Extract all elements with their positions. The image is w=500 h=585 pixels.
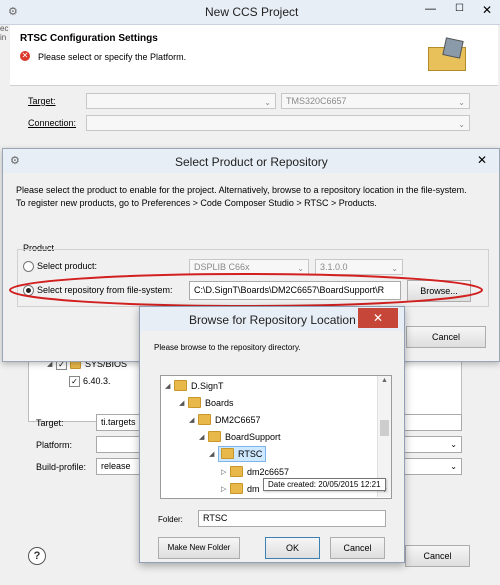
tree-item-dm[interactable]: ▷ dm bbox=[221, 481, 260, 498]
main-header: RTSC Configuration Settings ✕ Please sel… bbox=[10, 25, 498, 86]
browse-dialog-title: Browse for Repository Location bbox=[189, 313, 356, 327]
header-title: RTSC Configuration Settings bbox=[20, 33, 158, 44]
minimize-icon[interactable]: — bbox=[425, 3, 436, 15]
browse-ok-button[interactable]: OK bbox=[265, 537, 320, 559]
app-icon: ⚙ bbox=[8, 6, 18, 18]
product-dialog-cancel-button[interactable]: Cancel bbox=[406, 326, 486, 348]
main-cancel-button[interactable]: Cancel bbox=[405, 545, 470, 567]
scroll-up-arrow[interactable]: ▲ bbox=[381, 377, 388, 384]
connection-label: Connection: bbox=[28, 118, 77, 128]
product-dialog-title: Select Product or Repository bbox=[175, 155, 328, 169]
browse-dialog-close-button[interactable]: ✕ bbox=[358, 308, 398, 328]
left-edge-fragment: ec in bbox=[0, 24, 8, 42]
tree-item-dm2c6657[interactable]: ◢ DM2C6657 bbox=[189, 412, 261, 429]
product-dialog-title-bar: ⚙ Select Product or Repository ✕ bbox=[3, 149, 499, 173]
build-profile-label: Build-profile: bbox=[36, 462, 87, 472]
platform-label: Platform: bbox=[36, 440, 73, 450]
main-title-bar: ⚙ New CCS Project — ☐ ✕ bbox=[0, 0, 500, 25]
tree-item-sysbios-version[interactable]: ✓ 6.40.3. bbox=[69, 373, 111, 390]
close-icon[interactable]: ✕ bbox=[482, 3, 492, 17]
folder-label: Folder: bbox=[158, 515, 183, 524]
product-dialog-description: Please select the product to enable for … bbox=[16, 185, 467, 208]
tree-item-rtsc[interactable]: ◢ RTSC bbox=[209, 446, 267, 463]
tree-item-boards[interactable]: ◢ Boards bbox=[179, 395, 234, 412]
scrollbar-thumb[interactable] bbox=[380, 420, 389, 436]
help-icon[interactable]: ? bbox=[28, 547, 46, 565]
make-new-folder-button[interactable]: Make New Folder bbox=[158, 537, 240, 559]
error-message: Please select or specify the Platform. bbox=[38, 52, 187, 62]
browse-dialog-title-bar: Browse for Repository Location ✕ bbox=[140, 307, 404, 331]
wizard-folder-icon bbox=[428, 37, 466, 71]
main-window-title: New CCS Project bbox=[205, 5, 299, 19]
maximize-icon[interactable]: ☐ bbox=[455, 3, 464, 14]
folder-name-field[interactable]: RTSC bbox=[198, 510, 386, 527]
product-dialog-icon: ⚙ bbox=[10, 155, 20, 167]
browse-dialog: Browse for Repository Location ✕ Please … bbox=[139, 306, 405, 563]
browse-instruction: Please browse to the repository director… bbox=[154, 343, 301, 352]
browse-cancel-button[interactable]: Cancel bbox=[330, 537, 385, 559]
tree-item-boardsupport[interactable]: ◢ BoardSupport bbox=[199, 429, 281, 446]
connection-combo[interactable]: ⌄ bbox=[86, 115, 470, 131]
target-label: Target: bbox=[28, 96, 56, 106]
tree-item-dsignt[interactable]: ◢ D.SignT bbox=[165, 378, 224, 395]
target-value: TMS320C6657 bbox=[286, 96, 347, 106]
rtsc-target-label: Target: bbox=[36, 418, 64, 428]
error-icon: ✕ bbox=[20, 51, 30, 61]
product-dialog-close-icon[interactable]: ✕ bbox=[477, 153, 487, 167]
target-device-combo[interactable]: TMS320C6657 ⌄ bbox=[281, 93, 470, 109]
date-tooltip: Date created: 20/05/2015 12:21 bbox=[263, 478, 386, 491]
target-board-combo[interactable]: ⌄ bbox=[86, 93, 276, 109]
